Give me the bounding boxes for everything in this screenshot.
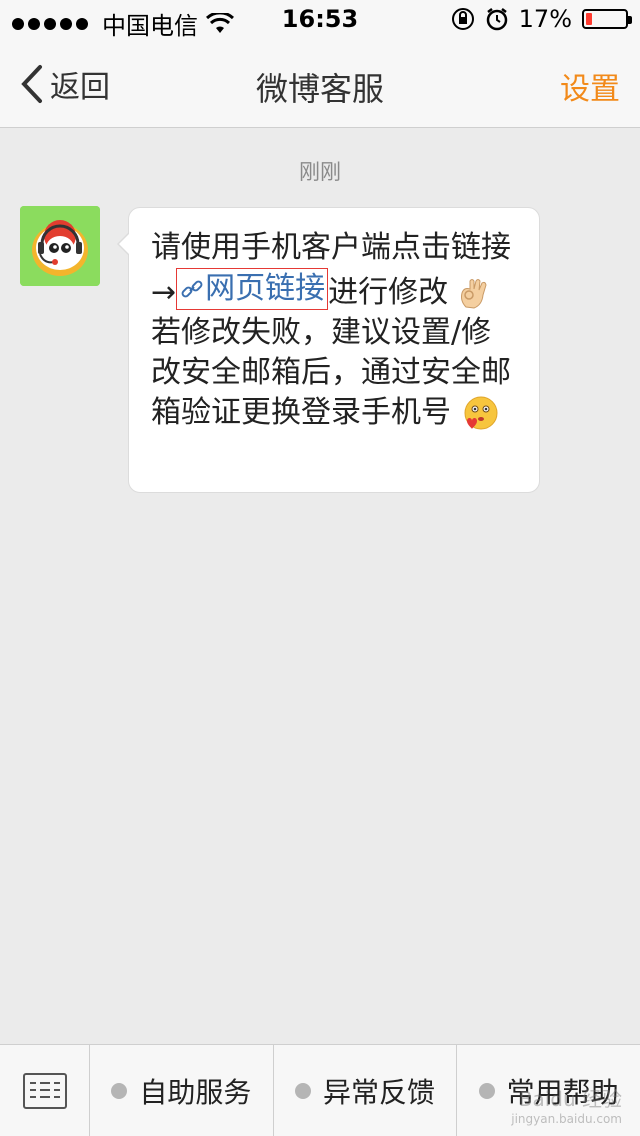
rotation-lock-icon	[451, 8, 474, 30]
alarm-icon	[486, 8, 507, 31]
link-icon	[181, 280, 203, 298]
page-title: 微博客服	[255, 70, 384, 108]
battery-icon	[582, 9, 632, 29]
screen: 中国电信 16:53 17% 返回 微博客服 设置 刚刚 请使用手机客户端点击链…	[0, 0, 640, 1136]
message-bubble: 请使用手机客户端点击链接→ 网页链接 进行修改 若修改失败，建议设置/修改安全邮箱后…	[117, 207, 540, 493]
avatar[interactable]	[20, 206, 100, 286]
message-text-3: 若修改失败，建议设置/修改安全邮箱后，通过安全邮箱验证更换登录手机号	[151, 315, 511, 430]
service-mascot-icon	[20, 206, 100, 286]
battery-percent: 17%	[518, 5, 572, 33]
status-bar: 中国电信 16:53 17%	[0, 0, 640, 40]
menu-self-service[interactable]: 自助服务	[90, 1045, 274, 1136]
message-timestamp: 刚刚	[299, 160, 341, 184]
watermark-text: Baidu 经验	[518, 1087, 622, 1111]
battery-fill	[586, 13, 593, 25]
kiss-emoji-icon	[464, 396, 498, 429]
menu-label: 异常反馈	[323, 1075, 436, 1109]
menu-dot-icon	[295, 1082, 311, 1099]
menu-dot-icon	[478, 1082, 495, 1099]
web-link[interactable]: 网页链接	[176, 268, 329, 310]
ok-hand-emoji-icon	[460, 278, 487, 309]
status-right: 17%	[451, 5, 632, 33]
message-text-2: 进行修改	[328, 275, 449, 310]
menu-feedback[interactable]: 异常反馈	[274, 1045, 458, 1136]
watermark-sub: jingyan.baidu.com	[511, 1112, 622, 1126]
keyboard-icon	[22, 1073, 67, 1109]
web-link-label: 网页链接	[205, 271, 326, 306]
settings-button[interactable]: 设置	[560, 64, 620, 108]
keyboard-toggle-button[interactable]	[0, 1045, 90, 1136]
menu-dot-icon	[111, 1082, 128, 1099]
nav-bar: 返回 微博客服 设置	[0, 40, 640, 128]
watermark: Baidu 经验 jingyan.baidu.com	[511, 1083, 622, 1126]
menu-label: 自助服务	[139, 1075, 252, 1109]
